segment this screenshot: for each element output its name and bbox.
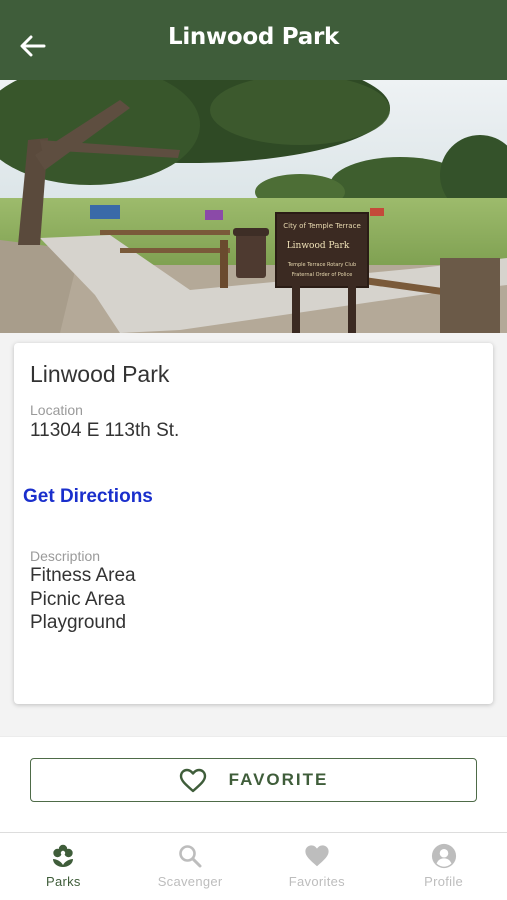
location-label: Location [30,402,83,418]
favorite-button[interactable]: FAVORITE [30,758,477,802]
tab-profile[interactable]: Profile [380,833,507,900]
amenity-item: Fitness Area [30,565,136,586]
heart-icon [304,843,330,869]
park-info-card: Linwood Park Location 11304 E 113th St. … [14,343,493,704]
tab-label: Parks [46,874,81,889]
sign-line: Temple Terrace Rotary Club [287,262,356,268]
flower-icon [50,843,76,869]
sign-line: City of Temple Terrace [283,222,361,230]
arrow-left-icon [20,35,46,57]
favorite-label: FAVORITE [228,770,329,789]
top-app-bar: Linwood Park [0,0,507,80]
tab-label: Favorites [288,874,345,889]
amenity-item: Picnic Area [30,588,126,610]
profile-icon [431,843,457,869]
page-title: Linwood Park [167,24,340,50]
park-photo: City of Temple Terrace Linwood Park Temp… [0,80,507,333]
description-label: Description [30,548,101,564]
park-name: Linwood Park [30,361,170,387]
bottom-tab-bar: Parks Scavenger Favorites Profile [0,832,507,900]
back-button[interactable] [20,28,60,64]
favorite-panel: FAVORITE [0,736,507,832]
sign-line: Fraternal Order of Police [292,272,353,278]
tab-scavenger[interactable]: Scavenger [127,833,254,900]
search-icon [177,843,203,869]
amenity-item: Playground [30,612,127,633]
app-screen: Linwood Park City of Temple Terrace Linw… [0,0,507,900]
heart-outline-icon [179,768,206,792]
tab-label: Scavenger [157,874,223,889]
tab-parks[interactable]: Parks [0,833,127,900]
tab-label: Profile [424,874,464,889]
get-directions-link[interactable]: Get Directions [23,486,153,508]
tab-favorites[interactable]: Favorites [254,833,381,900]
sign-line: Linwood Park [287,241,350,251]
amenities-list: Fitness Area Picnic Area Playground [30,564,477,635]
location-value: 11304 E 113th St. [30,420,180,441]
